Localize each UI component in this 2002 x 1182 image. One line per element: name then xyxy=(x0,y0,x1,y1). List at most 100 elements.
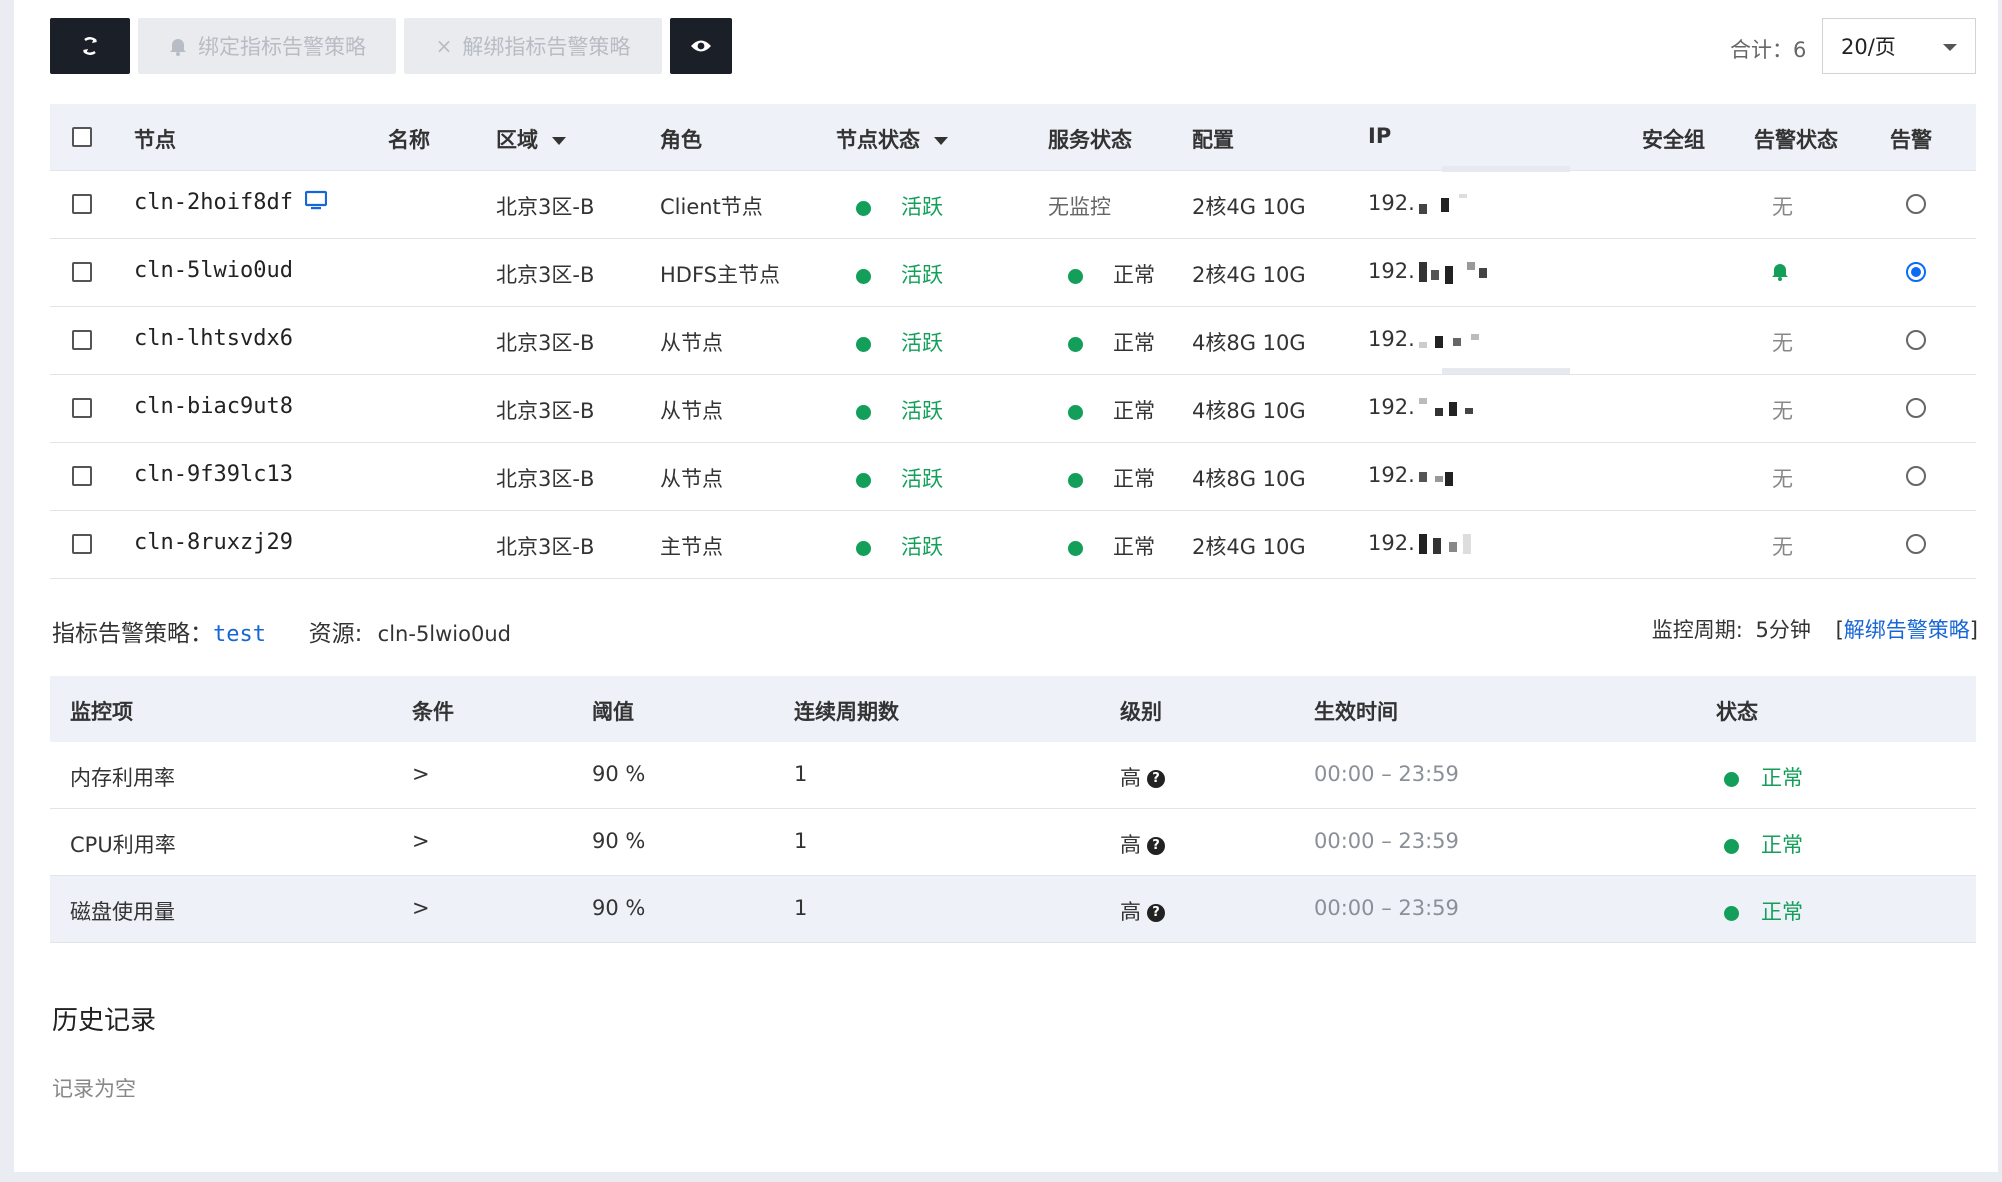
header-level: 级别 xyxy=(1120,700,1162,724)
alarm-status: 无 xyxy=(1772,195,1793,219)
table-row[interactable]: cln-biac9ut8 北京3区-B 从节点 活跃 正常 4核8G 10G 192. 无 xyxy=(50,375,1976,443)
help-icon[interactable]: ? xyxy=(1147,770,1165,788)
alarm-radio[interactable] xyxy=(1906,194,1926,214)
main-panel: 绑定指标告警策略 × 解绑指标告警策略 合计：6 20/页 节点 名称 区域 角… xyxy=(14,0,1998,1172)
node-id[interactable]: cln-9f39lc13 xyxy=(134,462,293,487)
header-threshold: 阈值 xyxy=(592,700,634,724)
select-all-checkbox[interactable] xyxy=(72,127,92,147)
node-config: 4核8G 10G xyxy=(1192,331,1306,355)
help-icon[interactable]: ? xyxy=(1147,904,1165,922)
period-value: 5分钟 xyxy=(1755,618,1811,642)
ip-mask-top xyxy=(1442,166,1570,172)
table-row[interactable]: cln-8ruxzj29 北京3区-B 主节点 活跃 正常 2核4G 10G 192. 无 xyxy=(50,511,1976,579)
alarm-radio[interactable] xyxy=(1906,398,1926,418)
row-checkbox[interactable] xyxy=(72,466,92,486)
sort-down-icon xyxy=(552,137,566,145)
history-title: 历史记录 xyxy=(52,1006,157,1036)
unbind-policy-link[interactable]: 解绑告警策略 xyxy=(1844,618,1970,642)
node-id[interactable]: cln-5lwio0ud xyxy=(134,258,293,283)
rule-metric: 内存利用率 xyxy=(70,766,175,790)
close-icon: × xyxy=(435,34,453,58)
node-ip: 192. xyxy=(1368,259,1489,284)
status-dot xyxy=(856,200,871,216)
rule-periods: 1 xyxy=(794,762,808,786)
rule-effective-time: 00:00 – 23:59 xyxy=(1314,896,1459,920)
rule-threshold: 90 % xyxy=(592,762,646,786)
rule-periods: 1 xyxy=(794,829,808,853)
policy-name-link[interactable]: test xyxy=(213,622,266,647)
eye-icon xyxy=(690,39,712,53)
alarm-status: 无 xyxy=(1772,399,1793,423)
page-size-select[interactable]: 20/页 xyxy=(1822,18,1976,74)
header-condition: 条件 xyxy=(412,700,454,724)
alarm-radio[interactable] xyxy=(1906,466,1926,486)
rule-row: CPU利用率 >90 % 1 高? 00:00 – 23:59 正常 xyxy=(50,809,1976,876)
node-status: 活跃 xyxy=(856,395,943,425)
rule-threshold: 90 % xyxy=(592,829,646,853)
node-id[interactable]: cln-biac9ut8 xyxy=(134,394,293,419)
refresh-button[interactable] xyxy=(50,18,130,74)
alarm-radio[interactable] xyxy=(1906,262,1926,282)
node-id[interactable]: cln-2hoif8df xyxy=(134,190,328,216)
rule-table: 监控项 条件 阈值 连续周期数 级别 生效时间 状态 内存利用率 >90 % 1 高?… xyxy=(50,676,1976,943)
header-effective: 生效时间 xyxy=(1314,700,1398,724)
node-status: 活跃 xyxy=(856,259,943,289)
rule-level: 高? xyxy=(1120,896,1165,926)
service-status: 无监控 xyxy=(1048,195,1111,219)
service-status: 正常 xyxy=(1068,395,1155,425)
table-row[interactable]: cln-5lwio0ud 北京3区-B HDFS主节点 活跃 正常 2核4G 10G 192… xyxy=(50,239,1976,307)
node-role: 从节点 xyxy=(660,331,723,355)
monitor-icon[interactable] xyxy=(304,190,328,216)
node-role: HDFS主节点 xyxy=(660,263,781,287)
status-dot xyxy=(856,336,871,352)
rule-effective-time: 00:00 – 23:59 xyxy=(1314,829,1459,853)
rule-table-header: 监控项 条件 阈值 连续周期数 级别 生效时间 状态 xyxy=(50,676,1976,742)
ip-redaction xyxy=(1418,534,1489,554)
page-size-value: 20/页 xyxy=(1841,35,1896,59)
row-checkbox[interactable] xyxy=(72,398,92,418)
rule-effective-time: 00:00 – 23:59 xyxy=(1314,762,1459,786)
service-status: 正常 xyxy=(1068,531,1155,561)
status-dot xyxy=(1724,771,1739,787)
node-region: 北京3区-B xyxy=(496,263,595,287)
rule-row: 磁盘使用量 >90 % 1 高? 00:00 – 23:59 正常 xyxy=(50,876,1976,943)
header-region[interactable]: 区域 xyxy=(496,124,566,154)
header-alarm-status: 告警状态 xyxy=(1754,128,1838,152)
node-table: 节点 名称 区域 角色 节点状态 服务状态 配置 IP 安全组 告警状态 告警 … xyxy=(50,104,1976,579)
rule-status: 正常 xyxy=(1724,762,1803,792)
row-checkbox[interactable] xyxy=(72,534,92,554)
node-role: 从节点 xyxy=(660,467,723,491)
node-id[interactable]: cln-8ruxzj29 xyxy=(134,530,293,555)
unbind-policy-button[interactable]: × 解绑指标告警策略 xyxy=(404,18,662,74)
total-count: 合计：6 xyxy=(1730,38,1807,62)
table-row[interactable]: cln-9f39lc13 北京3区-B 从节点 活跃 正常 4核8G 10G 192. 无 xyxy=(50,443,1976,511)
node-region: 北京3区-B xyxy=(496,195,595,219)
node-id[interactable]: cln-lhtsvdx6 xyxy=(134,326,293,351)
row-checkbox[interactable] xyxy=(72,194,92,214)
view-button[interactable] xyxy=(670,18,732,74)
rule-row: 内存利用率 >90 % 1 高? 00:00 – 23:59 正常 xyxy=(50,742,1976,809)
row-checkbox[interactable] xyxy=(72,330,92,350)
alarm-radio[interactable] xyxy=(1906,330,1926,350)
bind-policy-button[interactable]: 绑定指标告警策略 xyxy=(138,18,396,74)
header-metric: 监控项 xyxy=(70,700,133,724)
node-config: 2核4G 10G xyxy=(1192,535,1306,559)
node-config: 2核4G 10G xyxy=(1192,195,1306,219)
status-dot xyxy=(856,404,871,420)
header-node-status[interactable]: 节点状态 xyxy=(836,124,948,154)
rule-threshold: 90 % xyxy=(592,896,646,920)
node-config: 4核8G 10G xyxy=(1192,467,1306,491)
rule-level: 高? xyxy=(1120,762,1165,792)
ip-mask-mid xyxy=(1442,368,1570,374)
header-service-status: 服务状态 xyxy=(1048,128,1132,152)
service-status: 正常 xyxy=(1068,259,1155,289)
alarm-radio[interactable] xyxy=(1906,534,1926,554)
alarm-status: 无 xyxy=(1772,467,1793,491)
node-status: 活跃 xyxy=(856,191,943,221)
node-region: 北京3区-B xyxy=(496,467,595,491)
rule-condition: > xyxy=(412,896,430,920)
table-row[interactable]: cln-2hoif8df 北京3区-B Client节点 活跃 无监控 2核4G 10G 1… xyxy=(50,171,1976,239)
row-checkbox[interactable] xyxy=(72,262,92,282)
help-icon[interactable]: ? xyxy=(1147,837,1165,855)
table-row[interactable]: cln-lhtsvdx6 北京3区-B 从节点 活跃 正常 4核8G 10G 192. 无 xyxy=(50,307,1976,375)
